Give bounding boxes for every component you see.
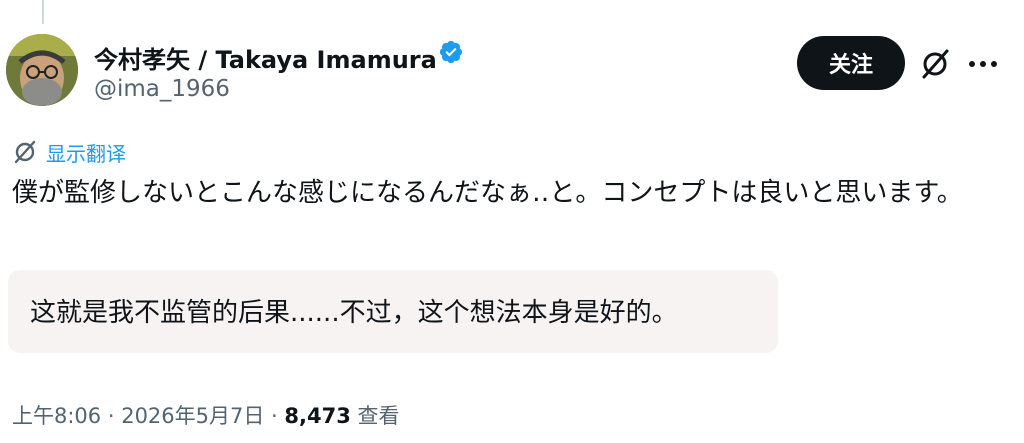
display-name[interactable]: 今村孝矢 / Takaya Imamura — [94, 40, 437, 75]
tweet-date[interactable]: 2026年5月7日 — [121, 404, 264, 428]
show-translation-label[interactable]: 显示翻译 — [46, 138, 126, 167]
views-label: 查看 — [350, 404, 400, 428]
tweet-text: 僕が監修しないとこんな感じになるんだなぁ‥と。コンセプトは良いと思います。 — [12, 178, 963, 208]
show-translation-link[interactable]: 显示翻译 — [12, 138, 126, 166]
thread-connector-line — [42, 0, 44, 24]
meta-separator: · — [264, 404, 285, 428]
follow-button[interactable]: 关注 — [797, 36, 905, 90]
verified-badge-icon[interactable] — [438, 39, 464, 65]
user-handle[interactable]: @ima_1966 — [94, 76, 230, 102]
tweet-metadata: 上午8:06 · 2026年5月7日 · 8,473 查看 — [12, 400, 400, 430]
translate-icon — [14, 140, 36, 164]
translation-text: 这就是我不监管的后果......不过，这个想法本身是好的。 — [30, 298, 678, 328]
meta-separator: · — [101, 404, 122, 428]
more-icon[interactable] — [966, 52, 1000, 76]
grok-icon[interactable] — [918, 47, 952, 81]
translation-box: 这就是我不监管的后果......不过，这个想法本身是好的。 — [8, 270, 778, 353]
views-count: 8,473 — [284, 404, 351, 428]
avatar[interactable] — [6, 34, 78, 106]
avatar-image — [6, 34, 78, 106]
tweet-time[interactable]: 上午8:06 — [12, 404, 101, 428]
